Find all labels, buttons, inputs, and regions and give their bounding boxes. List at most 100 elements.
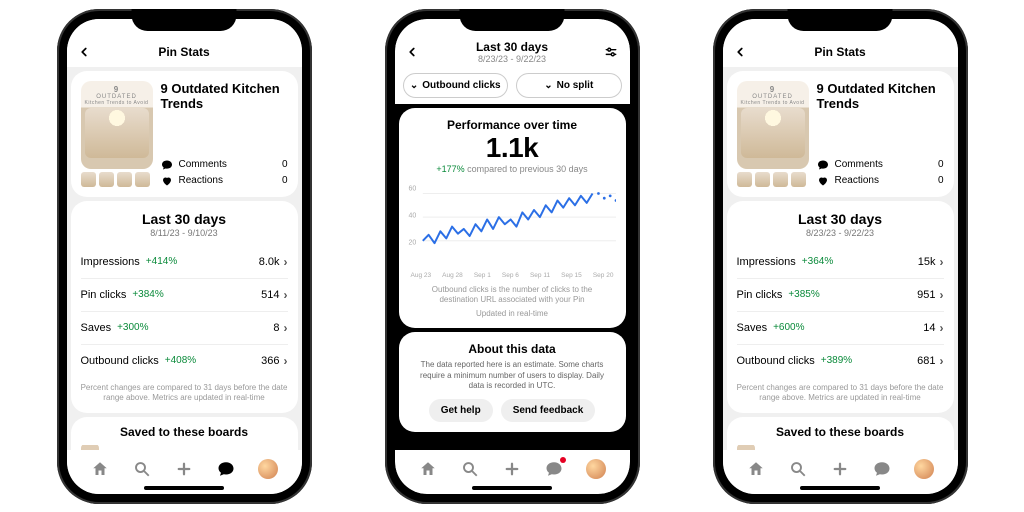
filter-pills: ⌄ Outbound clicks ⌄ No split (395, 67, 630, 104)
chevron-right-icon: › (284, 321, 288, 335)
speech-bubble-icon (817, 159, 829, 171)
reactions-value: 0 (938, 175, 944, 186)
metric-row[interactable]: Pin clicks+384%514› (81, 279, 288, 312)
split-selector[interactable]: ⌄ No split (516, 73, 622, 98)
search-tab[interactable] (460, 459, 480, 479)
heart-icon (817, 175, 829, 187)
performance-total: 1.1k (409, 132, 616, 164)
page-subtitle: 8/23/23 - 9/22/23 (395, 54, 630, 64)
reactions-row[interactable]: Reactions 0 (161, 175, 288, 187)
metric-change: +600% (773, 322, 804, 333)
home-tab[interactable] (90, 459, 110, 479)
search-icon (133, 460, 151, 478)
about-description: The data reported here is an estimate. S… (409, 360, 616, 391)
back-icon[interactable] (77, 45, 91, 59)
search-tab[interactable] (788, 459, 808, 479)
range-dates: 8/23/23 - 9/22/23 (737, 228, 944, 238)
chat-tab[interactable] (544, 459, 564, 479)
line-chart[interactable]: 204060 (409, 180, 616, 270)
metrics-card: Last 30 days 8/23/23 - 9/22/23 Impressio… (727, 201, 954, 414)
metric-change: +414% (146, 256, 177, 267)
metric-row[interactable]: Outbound clicks+408%366› (81, 345, 288, 377)
metric-value: 681 (917, 355, 935, 367)
home-tab[interactable] (746, 459, 766, 479)
performance-change: +177% compared to previous 30 days (409, 164, 616, 174)
search-tab[interactable] (132, 459, 152, 479)
board-thumbnail[interactable] (81, 445, 99, 449)
metric-row[interactable]: Saves +300% 8 › (81, 312, 288, 345)
chart-x-labels: Aug 23Aug 28Sep 1Sep 6Sep 11Sep 15Sep 20 (409, 272, 616, 279)
metric-selector[interactable]: ⌄ Outbound clicks (403, 73, 509, 98)
profile-tab[interactable] (914, 459, 934, 479)
home-indicator (144, 486, 224, 490)
get-help-button[interactable]: Get help (429, 399, 493, 422)
chevron-down-icon: ⌄ (410, 80, 418, 91)
metric-change: +300% (117, 322, 148, 333)
pin-thumbnail[interactable]: 9 OUTDATED Kitchen Trends to Avoid (81, 81, 153, 187)
metric-value: 8.0k (259, 256, 280, 268)
comments-label: Comments (835, 159, 883, 170)
metric-value: 951 (917, 289, 935, 301)
plus-tab[interactable] (502, 459, 522, 479)
metric-change: +408% (165, 355, 196, 366)
chat-tab[interactable] (216, 459, 236, 479)
phone-3: Pin Stats 9 OUTDATED Kitchen Trends to A… (713, 9, 968, 504)
send-feedback-button[interactable]: Send feedback (501, 399, 596, 422)
board-thumbnail[interactable] (737, 445, 755, 449)
saved-boards-title: Saved to these boards (737, 425, 944, 439)
metric-label: Saves (81, 322, 112, 334)
pin-variant-thumbnails (81, 172, 153, 187)
metric-row[interactable]: Impressions+364%15k› (737, 246, 944, 279)
metric-value: 8 (273, 322, 279, 334)
metric-change: +385% (788, 289, 819, 300)
pin-thumbnail[interactable]: 9 OUTDATED Kitchen Trends to Avoid (737, 81, 809, 187)
metrics-footnote: Percent changes are compared to 31 days … (737, 383, 944, 404)
metric-label: Impressions (81, 256, 140, 268)
chart-description: Outbound clicks is the number of clicks … (409, 285, 616, 306)
metric-row[interactable]: Saves+600%14› (737, 312, 944, 345)
profile-tab[interactable] (586, 459, 606, 479)
comments-value: 0 (282, 159, 288, 170)
metric-change: +389% (821, 355, 852, 366)
metric-value: 366 (261, 355, 279, 367)
chevron-down-icon: ⌄ (544, 80, 552, 91)
back-icon[interactable] (405, 45, 419, 59)
metric-value: 514 (261, 289, 279, 301)
plus-tab[interactable] (830, 459, 850, 479)
metric-row[interactable]: Pin clicks +385% 951 › (737, 279, 944, 312)
chat-icon (545, 460, 563, 478)
page-title: Last 30 days (395, 40, 630, 54)
reactions-row[interactable]: Reactions 0 (817, 175, 944, 187)
chat-icon (873, 460, 891, 478)
comments-row[interactable]: Comments 0 (817, 159, 944, 171)
metric-change: +364% (802, 256, 833, 267)
phone-2: Last 30 days 8/23/23 - 9/22/23 ⌄ Outboun… (385, 9, 640, 504)
metric-row[interactable]: Outbound clicks+389%681› (737, 345, 944, 377)
back-icon[interactable] (733, 45, 747, 59)
chevron-right-icon: › (284, 255, 288, 269)
metric-label: Pin clicks (81, 289, 127, 301)
chevron-right-icon: › (940, 255, 944, 269)
profile-tab[interactable] (258, 459, 278, 479)
metric-label: Pin clicks (737, 289, 783, 301)
chevron-right-icon: › (940, 288, 944, 302)
plus-icon (503, 460, 521, 478)
search-icon (461, 460, 479, 478)
chat-tab[interactable] (872, 459, 892, 479)
metrics-card: Last 30 days 8/11/23 - 9/10/23 Impressio… (71, 201, 298, 414)
performance-card: Performance over time 1.1k +177% compare… (399, 108, 626, 329)
performance-title: Performance over time (409, 118, 616, 132)
home-icon (91, 460, 109, 478)
comments-label: Comments (179, 159, 227, 170)
pin-title: 9 Outdated Kitchen Trends (817, 81, 944, 112)
heart-icon (161, 175, 173, 187)
metric-row[interactable]: Impressions +414% 8.0k › (81, 246, 288, 279)
comments-row[interactable]: Comments 0 (161, 159, 288, 171)
metric-label: Impressions (737, 256, 796, 268)
plus-tab[interactable] (174, 459, 194, 479)
settings-icon[interactable] (604, 45, 618, 59)
phone-1: Pin Stats 9 OUTDATED Kitchen Trends to A… (57, 9, 312, 504)
home-tab[interactable] (418, 459, 438, 479)
chevron-right-icon: › (940, 354, 944, 368)
metrics-footnote: Percent changes are compared to 31 days … (81, 383, 288, 404)
